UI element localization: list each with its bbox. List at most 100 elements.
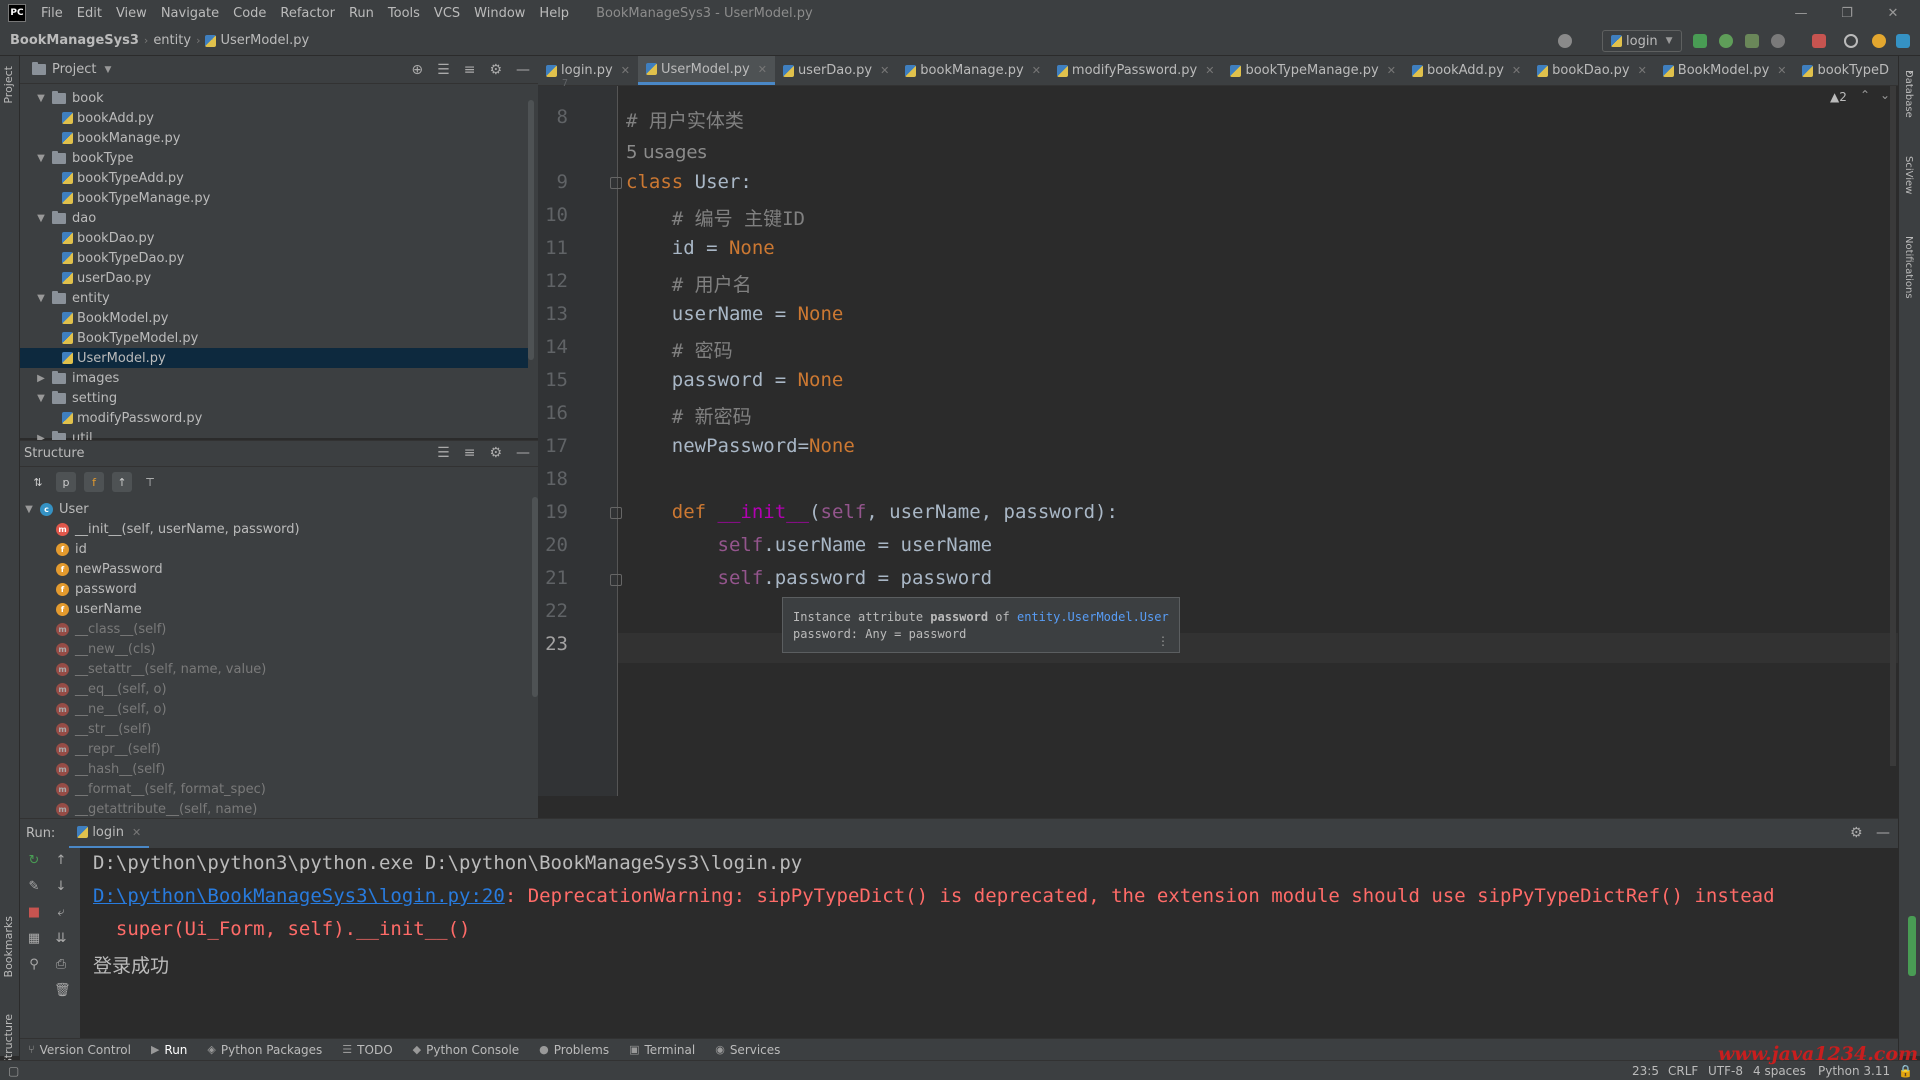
expand-all-icon[interactable]: ☰ [437,62,450,78]
tree-file[interactable]: userDao.py [20,268,528,288]
close-tab-icon[interactable]: ✕ [1387,64,1396,77]
update-icon[interactable] [1872,34,1886,48]
close-tab-icon[interactable]: ✕ [880,64,889,77]
services-tab[interactable]: ◉ Services [715,1043,780,1057]
structure-field[interactable]: f userName [56,599,142,619]
editor-tab[interactable]: modifyPassword.py ✕ [1049,56,1223,85]
minimize-icon[interactable]: — [1778,0,1824,26]
usages-hint[interactable]: 5 usages [626,142,707,163]
tooltip-class-link[interactable]: entity.UserModel.User [1017,610,1169,624]
editor-tab[interactable]: bookTypeD [1794,56,1897,85]
notifications-tool-tab[interactable]: Notifications [1903,236,1914,299]
profile-icon[interactable] [1771,34,1785,48]
gear-icon[interactable]: ⚙ [1850,825,1863,841]
breadcrumb-file[interactable]: UserModel.py [220,33,309,48]
breadcrumb-folder[interactable]: entity [153,33,191,48]
pin-icon[interactable]: ⚲ [27,958,41,972]
show-properties-icon[interactable]: p [56,472,76,492]
structure-method[interactable]: m __str__(self) [56,719,151,739]
structure-method[interactable]: m __getattribute__(self, name) [56,799,257,819]
project-panel-title[interactable]: Project [52,62,96,77]
structure-method[interactable]: m __hash__(self) [56,759,165,779]
warnings-indicator[interactable]: ▲2 [1830,90,1847,104]
expand-all-icon[interactable]: ☰ [437,445,450,461]
todo-tab[interactable]: ☰ TODO [342,1043,392,1057]
structure-field[interactable]: f password [56,579,137,599]
menu-edit[interactable]: Edit [70,6,109,21]
structure-method[interactable]: m __ne__(self, o) [56,699,167,719]
caret-position[interactable]: 23:5 [1632,1064,1659,1078]
close-tab-icon[interactable]: ✕ [758,63,767,76]
arrow-up-icon[interactable]: ↑ [54,854,68,868]
stop-icon[interactable]: ■ [27,906,41,920]
chevron-up-icon[interactable]: ⌃ [1860,88,1870,102]
panel-toggle-icon[interactable]: ▢ [8,1064,19,1078]
editor-tab[interactable]: BookModel.py ✕ [1655,56,1795,85]
tree-file[interactable]: bookTypeDao.py [20,248,528,268]
project-tool-tab[interactable]: Project [2,66,15,104]
structure-method[interactable]: m __new__(cls) [56,639,156,659]
rerun-icon[interactable]: ↻ [27,854,41,868]
debug-icon[interactable] [1719,34,1733,48]
menu-vcs[interactable]: VCS [427,6,467,21]
editor-tab[interactable]: bookAdd.py ✕ [1404,56,1529,85]
structure-method[interactable]: m __init__(self, userName, password) [56,519,300,539]
close-icon[interactable]: ✕ [132,826,141,839]
chevron-down-icon[interactable]: ▼ [34,93,48,104]
chevron-right-icon[interactable]: ▶ [34,373,48,384]
gear-icon[interactable]: ⚙ [489,62,502,78]
hide-icon[interactable]: — [1876,825,1890,841]
fold-icon[interactable] [610,574,622,586]
more-options-icon[interactable]: ⋮ [1157,634,1169,648]
version-control-tab[interactable]: ⑂ Version Control [28,1043,131,1057]
close-tab-icon[interactable]: ✕ [1638,64,1647,77]
coverage-icon[interactable] [1745,34,1759,48]
close-tab-icon[interactable]: ✕ [1205,64,1214,77]
tree-file[interactable]: modifyPassword.py [20,408,528,428]
gear-icon[interactable]: ⚙ [489,445,502,461]
tree-file[interactable]: bookTypeManage.py [20,188,528,208]
editor-tab[interactable]: bookTypeManage.py ✕ [1222,56,1403,85]
run-console[interactable] [20,848,1898,1038]
hide-icon[interactable]: — [516,445,530,461]
search-icon[interactable] [1844,34,1858,48]
collapse-all-icon[interactable]: ≡ [464,445,476,461]
chevron-down-icon[interactable]: ▼ [34,213,48,224]
close-tab-icon[interactable]: ✕ [1032,64,1041,77]
tree-file[interactable]: bookManage.py [20,128,528,148]
breadcrumb-project[interactable]: BookManageSys3 [10,33,139,48]
structure-class-node[interactable]: ▼ c User [20,499,89,519]
structure-tool-tab[interactable]: Structure [2,1014,15,1065]
tree-file[interactable]: bookAdd.py [20,108,528,128]
terminal-tab[interactable]: ▣ Terminal [629,1043,695,1057]
chevron-down-icon[interactable]: ⌄ [1880,88,1890,102]
fold-icon[interactable] [610,177,622,189]
file-encoding[interactable]: UTF-8 [1708,1064,1743,1078]
structure-method[interactable]: m __format__(self, format_spec) [56,779,266,799]
menu-tools[interactable]: Tools [381,6,427,21]
wrench-icon[interactable]: ✎ [27,880,41,894]
rerun-icon[interactable] [1693,34,1707,48]
line-separator[interactable]: CRLF [1668,1064,1698,1078]
editor-tab[interactable]: userDao.py ✕ [775,56,897,85]
editor-tab[interactable]: bookDao.py ✕ [1529,56,1655,85]
tree-folder[interactable]: ▼ setting [20,388,528,408]
run-configuration-select[interactable]: login ▼ [1602,30,1682,52]
structure-method[interactable]: m __setattr__(self, name, value) [56,659,266,679]
locate-icon[interactable]: ⊕ [411,62,423,78]
sciview-tool-tab[interactable]: SciView [1903,156,1914,194]
tree-file[interactable]: BookTypeModel.py [20,328,528,348]
menu-code[interactable]: Code [226,6,273,21]
show-inherited-icon[interactable]: ↑ [112,472,132,492]
run-tab[interactable]: ▶ Run [151,1043,187,1057]
hide-icon[interactable]: — [516,62,530,78]
chevron-down-icon[interactable]: ▼ [22,504,36,515]
restore-icon[interactable]: ❐ [1824,0,1870,26]
sort-icon[interactable]: ⇅ [28,472,48,492]
close-tab-icon[interactable]: ✕ [621,64,630,77]
bookmarks-tool-tab[interactable]: Bookmarks [2,916,15,977]
tree-folder[interactable]: ▼ bookType [20,148,528,168]
problems-tab[interactable]: ● Problems [539,1043,609,1057]
menu-view[interactable]: View [109,6,154,21]
arrow-down-icon[interactable]: ↓ [54,880,68,894]
